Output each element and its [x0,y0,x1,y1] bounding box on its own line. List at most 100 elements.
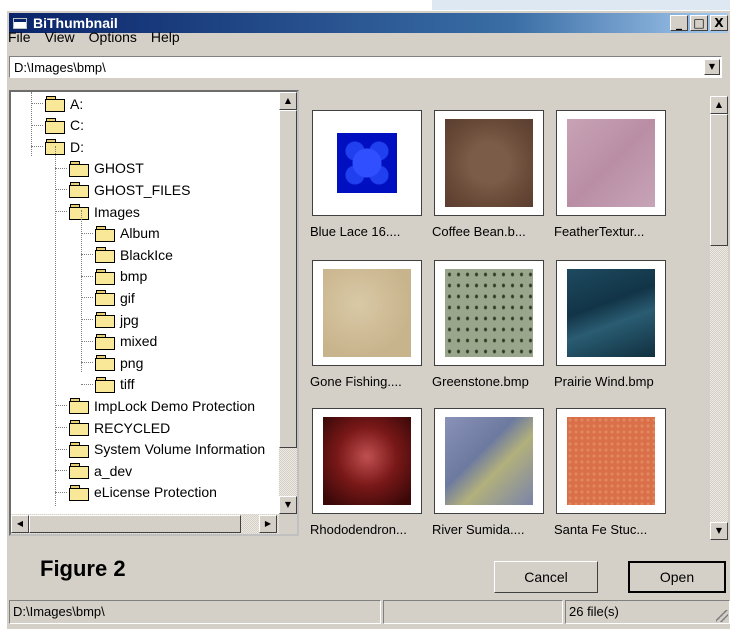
dropdown-arrow-icon[interactable]: ▼ [704,59,720,75]
folder-icon [69,441,89,458]
tree-item-label: bmp [120,268,148,285]
figure-caption: Figure 2 [40,556,126,581]
tree-item-label: A: [70,95,84,112]
tree-connector [81,210,82,372]
tree-item[interactable]: Images [69,201,140,222]
minimize-button[interactable]: _ [670,15,688,31]
folder-icon [95,312,115,328]
path-combobox[interactable]: D:\Images\bmp\ ▼ [9,56,722,78]
folder-icon [69,182,89,199]
thumbs-scroll-thumb[interactable] [710,114,728,246]
thumbs-scroll-down-icon[interactable]: ▼ [710,522,728,540]
tree-item-label: GHOST_FILES [94,181,191,198]
tree-item[interactable]: ImpLock Demo Protection [69,395,255,416]
folder-icon [95,376,115,393]
tree-item[interactable]: BlackIce [95,244,173,265]
thumbnail-image [445,417,533,505]
tree-item[interactable]: System Volume Information [69,439,265,460]
tree-vertical-scrollbar[interactable]: ▲ ▼ [279,92,297,514]
thumbnail-frame [434,408,544,514]
tree-item[interactable]: A: [45,93,83,114]
tree-item[interactable]: tiff [95,374,135,395]
tree-item[interactable]: C: [45,115,84,136]
status-file-count: 26 file(s) [565,600,730,624]
tree-item[interactable]: RECYCLED [69,417,170,438]
tree-item[interactable]: gif [95,287,135,308]
scroll-down-icon[interactable]: ▼ [279,496,297,514]
status-path: D:\Images\bmp\ [9,600,381,624]
thumbnail-label: Rhododendron... [310,522,407,537]
thumbnail-label: River Sumida.... [432,522,525,537]
thumbnail-image [323,269,411,357]
tree-item-label: Album [120,225,160,242]
tree-item[interactable]: Album [95,223,160,244]
thumbnail-frame [312,408,422,514]
thumbnail-label: Santa Fe Stuc... [554,522,648,537]
tree-connector [55,448,67,450]
tree-item-label: tiff [120,376,135,393]
maximize-button[interactable]: □ [690,15,708,31]
thumbnail-vertical-scrollbar[interactable]: ▲ ▼ [710,96,728,540]
tree-connector [55,211,67,212]
tree-item-label: Images [94,203,140,220]
thumbnail-image [567,119,655,207]
tree-item[interactable]: D: [45,136,84,157]
app-window-icon [13,17,27,29]
thumbnail-image [445,119,533,207]
close-button[interactable]: X [710,15,728,31]
thumbnail-frame [434,110,544,216]
menu-view[interactable]: View [45,29,75,45]
tree-horizontal-scrollbar[interactable]: ◀ ▶ [11,514,279,534]
thumbnail-frame [312,110,422,216]
folder-icon [45,96,65,112]
tree-connector [81,340,93,342]
thumbnail-frame [434,260,544,366]
tree-connector [55,146,56,506]
tree-item[interactable]: jpg [95,309,139,330]
tree-item[interactable]: eLicense Protection [69,482,217,503]
menu-help[interactable]: Help [151,29,180,45]
tree-connector [55,491,67,493]
scroll-right-icon[interactable]: ▶ [259,515,277,533]
menu-options[interactable]: Options [89,29,137,45]
tree-item[interactable]: GHOST_FILES [69,179,190,200]
tree-item-label: C: [70,117,84,134]
tree-connector [55,167,67,169]
menu-file[interactable]: File [8,29,31,45]
tree-scroll-thumb[interactable] [279,110,297,448]
tree-item-label: eLicense Protection [94,484,217,501]
thumbnail-label: Blue Lace 16.... [310,224,401,239]
tree-connector [55,189,67,191]
tree-item[interactable]: png [95,352,143,373]
folder-icon [69,160,89,177]
tree-item[interactable]: GHOST [69,158,144,179]
resize-grip-icon[interactable] [716,610,728,622]
tree-hscroll-thumb[interactable] [29,515,241,533]
tree-connector [81,254,93,256]
tree-item[interactable]: mixed [95,331,157,352]
folder-icon [95,247,115,264]
thumbnail-image [567,269,655,357]
open-button[interactable]: Open [628,561,726,593]
thumbnail-label: Prairie Wind.bmp [554,374,654,389]
tree-item[interactable]: a_dev [69,460,132,481]
thumbnail-frame [312,260,422,366]
tree-item-label: BlackIce [120,246,173,263]
folder-icon [69,398,89,415]
tree-item[interactable]: bmp [95,266,147,287]
scroll-left-icon[interactable]: ◀ [11,515,29,533]
tree-connector [55,405,67,407]
tree-connector [55,427,67,428]
thumbnail-image [323,417,411,505]
open-folder-icon [95,268,115,285]
thumbnail-grid: Blue Lace 16.... Coffee Bean.b... FeatherT… [306,96,706,540]
thumbs-scroll-up-icon[interactable]: ▲ [710,96,728,114]
folder-icon [69,420,89,436]
scroll-up-icon[interactable]: ▲ [279,92,297,110]
thumbnail-image [567,417,655,505]
tree-connector [81,383,93,385]
thumbnail-frame [556,110,666,216]
tree-connector [31,92,32,156]
tree-connector [81,275,93,277]
cancel-button[interactable]: Cancel [494,561,598,593]
